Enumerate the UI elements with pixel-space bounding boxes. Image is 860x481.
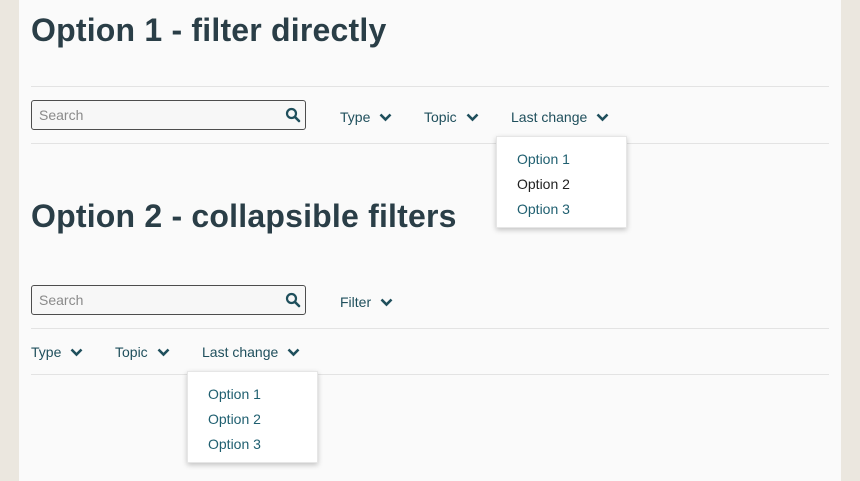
divider [31, 86, 829, 87]
section1-search-input[interactable] [32, 101, 277, 129]
filter-label: Topic [115, 344, 148, 360]
divider [31, 328, 829, 329]
chevron-down-icon [287, 348, 300, 356]
dropdown-option[interactable]: Option 3 [517, 201, 570, 217]
chevron-down-icon [70, 348, 83, 356]
section2-title: Option 2 - collapsible filters [31, 198, 457, 234]
dropdown-option[interactable]: Option 1 [517, 151, 570, 167]
filter-toggle-label: Filter [340, 294, 372, 310]
chevron-down-icon [596, 113, 609, 121]
section2-search-input[interactable] [32, 286, 277, 314]
dropdown-option[interactable]: Option 2 [517, 176, 570, 192]
dropdown-option[interactable]: Option 1 [208, 386, 261, 402]
section1-filter-type[interactable]: Type [340, 109, 392, 125]
dropdown-option[interactable]: Option 2 [208, 411, 261, 427]
chevron-down-icon [379, 113, 392, 121]
section2-last-change-dropdown: Option 1 Option 2 Option 3 [187, 371, 318, 463]
divider [31, 143, 829, 144]
chevron-down-icon [157, 348, 170, 356]
chevron-down-icon [380, 298, 393, 306]
section1-filter-topic[interactable]: Topic [424, 109, 479, 125]
section2-filter-topic[interactable]: Topic [115, 344, 170, 360]
filter-label: Type [31, 344, 62, 360]
dropdown-option[interactable]: Option 3 [208, 436, 261, 452]
page-card: Option 1 - filter directly Type Topic La… [19, 0, 841, 481]
section2-search-box [31, 285, 306, 315]
chevron-down-icon [466, 113, 479, 121]
section1-last-change-dropdown: Option 1 Option 2 Option 3 [496, 136, 627, 228]
filter-label: Topic [424, 109, 457, 125]
section2-filter-toggle[interactable]: Filter [340, 294, 393, 310]
filter-label: Last change [511, 109, 588, 125]
section2-filter-last-change[interactable]: Last change [202, 344, 300, 360]
page-content: Option 1 - filter directly Type Topic La… [31, 0, 829, 481]
section1-search-box [31, 100, 306, 130]
search-icon[interactable] [285, 292, 301, 308]
filter-label: Last change [202, 344, 279, 360]
search-icon[interactable] [285, 107, 301, 123]
section1-filter-last-change[interactable]: Last change [511, 109, 609, 125]
divider [31, 374, 829, 375]
section2-filter-type[interactable]: Type [31, 344, 83, 360]
filter-label: Type [340, 109, 371, 125]
section1-title: Option 1 - filter directly [31, 12, 387, 48]
